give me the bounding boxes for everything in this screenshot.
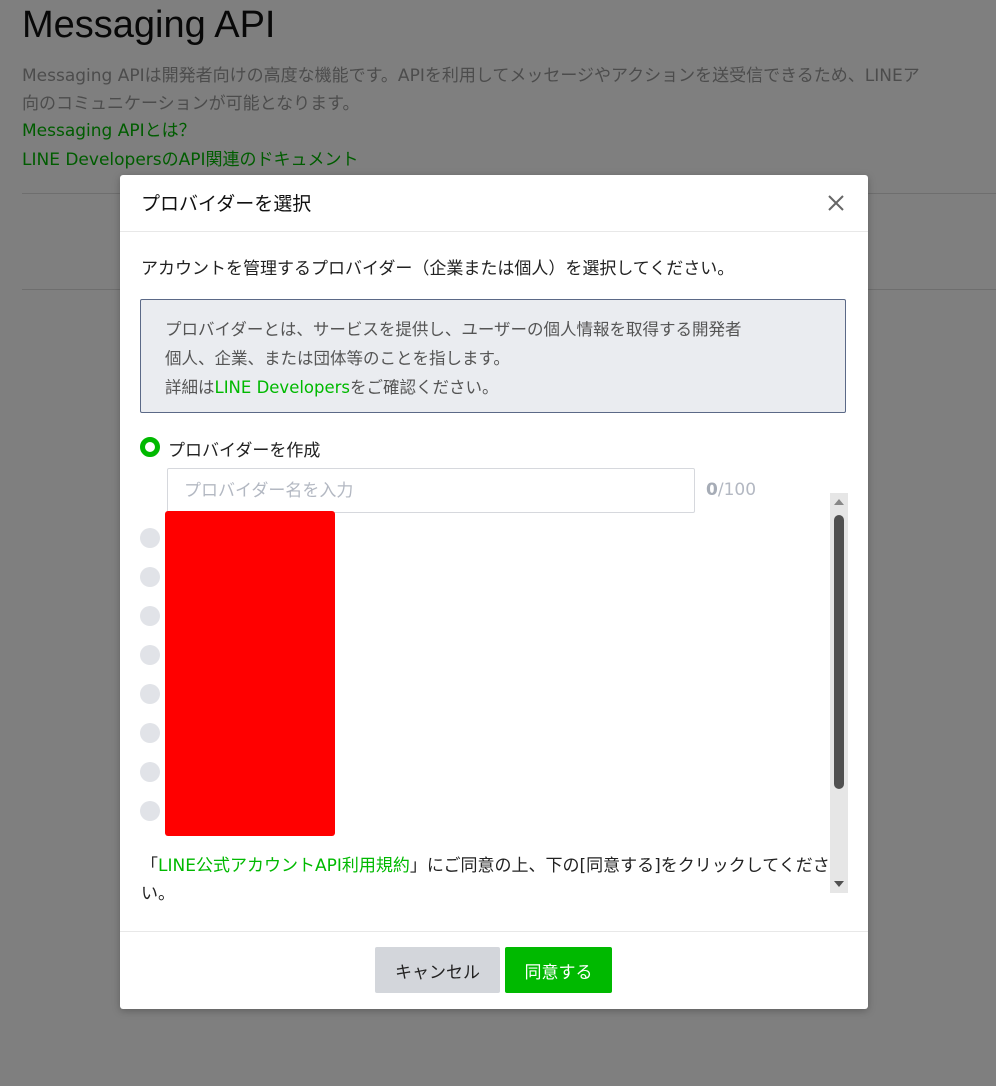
select-provider-dialog: プロバイダーを選択 アカウントを管理するプロバイダー（企業または個人）を選択して… (120, 175, 868, 1009)
terms-of-use-link[interactable]: LINE公式アカウントAPI利用規約 (158, 856, 410, 876)
provider-radio[interactable] (140, 684, 160, 704)
provider-radio[interactable] (140, 801, 160, 821)
provider-info-box: プロバイダーとは、サービスを提供し、ユーザーの個人情報を取得する開発者 個人、企… (140, 299, 846, 413)
provider-radio[interactable] (140, 567, 160, 587)
counter-current: 0 (706, 480, 718, 500)
info-line-3: 詳細はLINE Developersをご確認ください。 (165, 373, 821, 402)
dialog-title: プロバイダーを選択 (141, 193, 312, 215)
provider-list: プロバイダーを作成 0/100 (138, 434, 848, 836)
dialog-intro-text: アカウントを管理するプロバイダー（企業または個人）を選択してください。 (141, 259, 735, 279)
cancel-button[interactable]: キャンセル (375, 947, 500, 993)
scrollbar-thumb[interactable] (834, 515, 844, 789)
redacted-provider-names (165, 511, 335, 836)
provider-list-scrollbar[interactable] (830, 493, 848, 893)
info-line-3-suffix: をご確認ください。 (350, 378, 499, 397)
provider-name-input[interactable] (167, 468, 695, 513)
provider-radio[interactable] (140, 606, 160, 626)
provider-radio[interactable] (140, 528, 160, 548)
terms-agreement-text: 「LINE公式アカウントAPI利用規約」にご同意の上、下の[同意する]をクリック… (141, 852, 847, 908)
provider-radio[interactable] (140, 762, 160, 782)
provider-radio[interactable] (140, 645, 160, 665)
create-provider-radio[interactable] (140, 437, 160, 457)
character-counter: 0/100 (706, 480, 756, 500)
scroll-up-arrow-icon[interactable] (830, 493, 848, 511)
info-line-3-prefix: 詳細は (165, 378, 215, 397)
dialog-body: アカウントを管理するプロバイダー（企業または個人）を選択してください。 プロバイ… (120, 232, 868, 932)
info-line-1: プロバイダーとは、サービスを提供し、ユーザーの個人情報を取得する開発者 (165, 320, 742, 339)
close-icon[interactable] (824, 191, 848, 215)
terms-open-quote: 「 (141, 856, 158, 876)
provider-radio[interactable] (140, 723, 160, 743)
dialog-header: プロバイダーを選択 (120, 175, 868, 232)
counter-max: /100 (717, 480, 757, 500)
agree-button[interactable]: 同意する (505, 947, 612, 993)
info-line-2: 個人、企業、または団体等のことを指します。 (165, 349, 510, 368)
dialog-footer: キャンセル 同意する (120, 931, 868, 1009)
line-developers-link[interactable]: LINE Developers (215, 378, 351, 397)
create-provider-label[interactable]: プロバイダーを作成 (168, 436, 320, 461)
